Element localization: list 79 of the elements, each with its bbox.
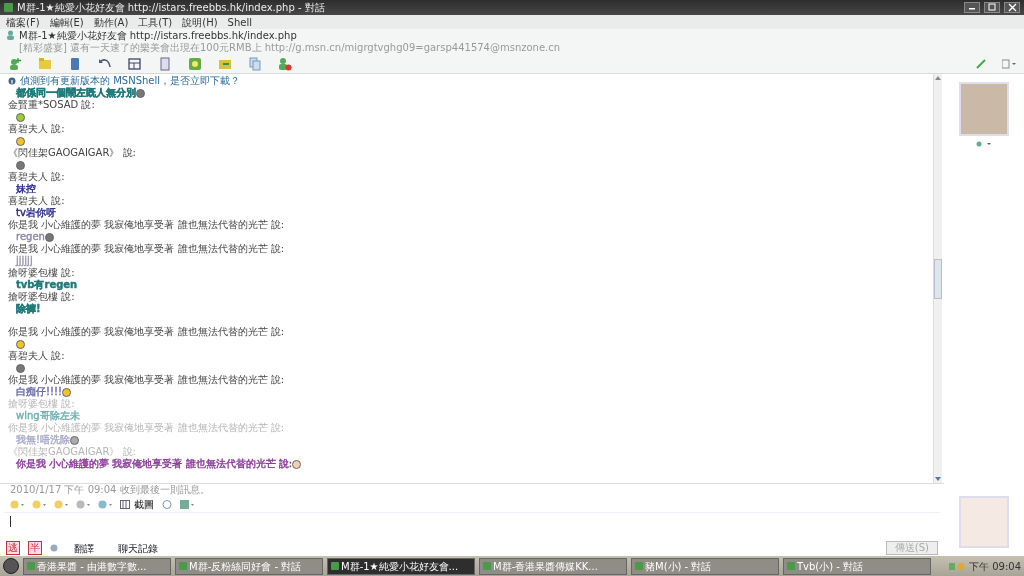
window-title: M群-1★純愛小花好友會 http://istars.freebbs.hk/index.php - 對話: [17, 1, 326, 15]
pages-icon[interactable]: [248, 57, 262, 71]
chat-window-icon: [179, 562, 187, 570]
scrollbar[interactable]: [933, 74, 942, 483]
sender-name: 喜碧夫人 說:: [8, 171, 66, 183]
folder-icon[interactable]: [38, 57, 52, 71]
sender-name: 你是我 小心維護的夢 我寂俺地享受著 誰也無法代替的光芒 說:: [8, 219, 286, 231]
message-text: tv岩你呀: [16, 207, 56, 218]
menu-item[interactable]: 工具(T): [138, 14, 173, 30]
maximize-icon: [985, 2, 999, 13]
clock: 下午 09:04: [969, 559, 1021, 574]
contact-photo-placeholder: [959, 82, 1009, 136]
contact-icon: [6, 30, 15, 40]
chat-window-icon: [4, 3, 13, 12]
start-button[interactable]: [3, 558, 19, 574]
chat-window-icon: [27, 562, 35, 570]
minimize-button[interactable]: [964, 2, 980, 13]
tab[interactable]: 翻譯: [66, 540, 102, 556]
taskbar-button[interactable]: M群-1★純愛小花好友會...: [327, 557, 475, 575]
pen-icon[interactable]: [976, 59, 986, 69]
window-icon[interactable]: [128, 57, 142, 71]
taskbar-label: 豬M(小) - 對話: [645, 559, 712, 574]
block-contact-icon[interactable]: [278, 57, 292, 71]
sender-name: 搶呀婆包樓 說:: [8, 291, 75, 303]
chat-window-icon: [787, 562, 795, 570]
message-text: jjjjjj: [16, 255, 33, 266]
contact-name: M群-1★純愛小花好友會 http://istars.freebbs.hk/index.php: [19, 30, 298, 42]
message-text: 除褲!: [16, 303, 41, 314]
tray-icon[interactable]: [949, 561, 965, 571]
sender-name: 你是我 小心維護的夢 我寂俺地享受著 誰也無法代替的光芒 說:: [8, 243, 286, 255]
chat-window-icon: [635, 562, 643, 570]
sender-name: 喜碧夫人 說:: [8, 195, 66, 207]
scroll-thumb[interactable]: [934, 258, 942, 299]
chat-window-icon: [331, 562, 339, 570]
sender-name: 你是我 小心維護的夢 我寂俺地享受著 誰也無法代替的光芒 說:: [8, 374, 286, 386]
sender-name: 《閃佳架GAOGAIGAR》 說:: [8, 446, 137, 458]
menu-item[interactable]: 編輯(E): [49, 14, 84, 30]
sender-name: 搶呀婆包樓 說:: [8, 267, 76, 279]
message-text: wing哥除左未: [16, 410, 80, 421]
message-text: 你是我 小心維護的夢 我寂俺地享受著 誰也無法代替的光芒 說:: [16, 458, 293, 469]
sender-name: 金賢重*SOSAD 說:: [8, 99, 96, 111]
message-text: 妹控: [16, 183, 36, 194]
info-icon: [8, 77, 16, 85]
tab[interactable]: 聊天記錄: [110, 540, 166, 556]
close-button[interactable]: [1004, 2, 1020, 13]
layout-icon[interactable]: [1002, 59, 1016, 69]
message-text: tvb有regen: [16, 279, 78, 290]
menu-item[interactable]: 檔案(F): [6, 14, 40, 30]
update-notice[interactable]: 偵測到有更新版本的 MSNShell，是否立即下載？: [20, 75, 241, 87]
message-text: 白痴仔!!!!: [16, 386, 63, 397]
snapshot-button[interactable]: 截圖: [120, 496, 154, 512]
smiley-icon[interactable]: [10, 499, 24, 509]
document-icon[interactable]: [158, 57, 172, 71]
film-icon: [120, 499, 130, 509]
taskbar-label: M群-1★純愛小花好友會...: [341, 559, 459, 574]
taskbar-label: M群-反粉絲同好會 - 對話: [189, 559, 302, 574]
scroll-down-icon: [934, 475, 942, 483]
taskbar-label: 香港果醬 - 由港數字數...: [37, 559, 147, 574]
sender-name: 你是我 小心維護的夢 我寂俺地享受著 誰也無法代替的光芒 說:: [8, 422, 286, 434]
message-text: 我無!唔洗除: [16, 434, 70, 445]
user-avatar-placeholder: [959, 496, 1009, 548]
sender-name: 喜碧夫人 說:: [8, 350, 66, 362]
menu-item[interactable]: 說明(H): [182, 14, 218, 30]
taskbar-label: M群-香港果醬傳媒KK...: [493, 559, 598, 574]
chat-window-icon: [483, 562, 491, 570]
add-contact-icon[interactable]: [8, 57, 22, 71]
message-text: 都係同一個鬧左既人無分別: [16, 87, 136, 98]
mode-button[interactable]: 逃: [6, 541, 20, 555]
sender-name: 喜碧夫人 說:: [8, 123, 66, 135]
menu-item[interactable]: 動作(A): [93, 14, 129, 30]
sender-name: 搶呀婆包樓 說:: [8, 398, 76, 410]
sender-name: 《閃佳架GAOGAIGAR》 說:: [8, 147, 137, 159]
sender-name: 你是我 小心維護的夢 我寂俺地享受著 誰也無法代替的光芒 說:: [8, 326, 286, 338]
menu-item[interactable]: Shell: [227, 14, 252, 30]
status-icon[interactable]: [976, 140, 992, 148]
mode-button[interactable]: 半: [28, 541, 42, 555]
taskbar-label: Tvb(小) - 對話: [797, 559, 864, 574]
maximize-button[interactable]: [984, 2, 1000, 13]
message-text: regen: [16, 231, 45, 242]
